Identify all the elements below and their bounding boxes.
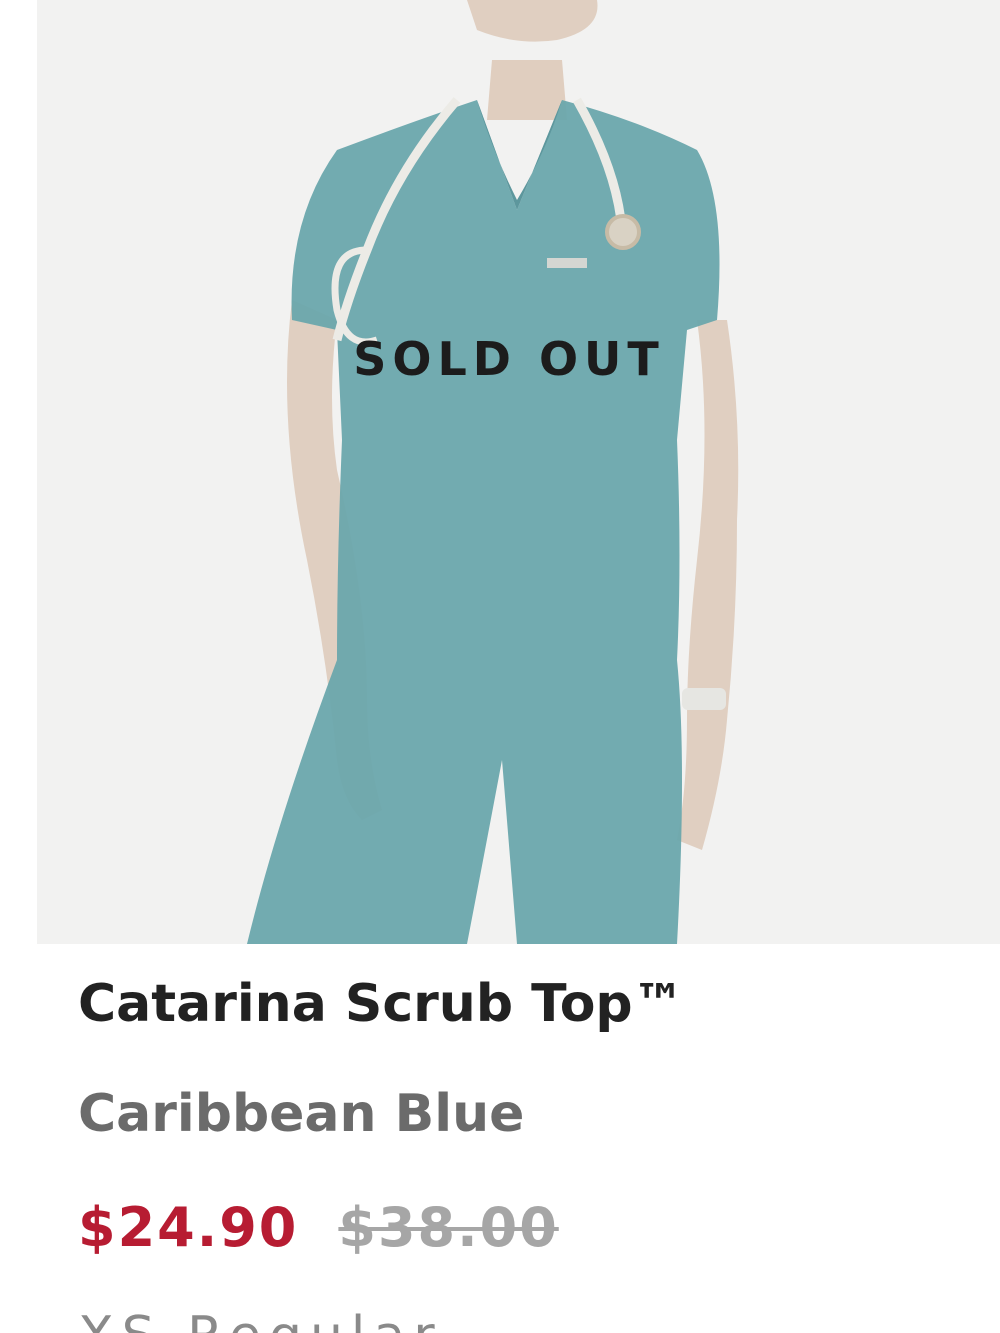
size-label: XS Regular (78, 1306, 443, 1333)
product-card[interactable]: SOLD OUT Catarina Scrub Top™ Caribbean B… (0, 0, 1000, 1333)
product-photo-illustration (37, 0, 1000, 944)
original-price: $38.00 (338, 1196, 559, 1259)
price-row: $24.90 $38.00 (78, 1196, 559, 1259)
product-photo[interactable] (37, 0, 1000, 944)
product-color-name: Caribbean Blue (78, 1084, 525, 1144)
product-title[interactable]: Catarina Scrub Top™ (78, 974, 685, 1034)
sale-price: $24.90 (78, 1196, 299, 1259)
sold-out-label: SOLD OUT (353, 332, 665, 386)
